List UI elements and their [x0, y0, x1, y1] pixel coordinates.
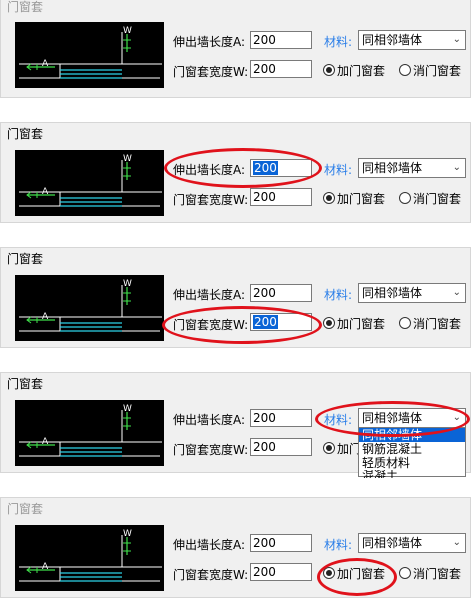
width-label: 门窗套宽度W: [173, 443, 249, 457]
width-input[interactable]: 200 [250, 438, 312, 456]
preview-drawing: W A [19, 404, 162, 457]
width-label: 门窗套宽度W: [173, 318, 249, 332]
chevron-down-icon: ⌄ [452, 287, 461, 298]
width-label: 门窗套宽度W: [173, 193, 249, 207]
dialog-title: 门窗套 [7, 252, 44, 266]
material-label: 材料: [324, 163, 353, 177]
length-input[interactable]: 200 [250, 409, 312, 427]
dialog-panel-5: 门窗套 W A 伸出墙长度A: 200 材料: 同相邻墙体 ⌄ 门窗套宽度W: 2… [0, 497, 471, 598]
material-select[interactable]: 同相邻墙体 ⌄ [358, 533, 466, 553]
radio-add-frame[interactable]: 加门窗套 [323, 315, 385, 332]
radio-remove-frame[interactable]: 消门窗套 [399, 565, 461, 582]
material-select[interactable]: 同相邻墙体 ⌄ [358, 30, 466, 50]
chevron-down-icon: ⌄ [452, 537, 461, 548]
length-label: 伸出墙长度A: [173, 413, 246, 427]
radio-remove-frame[interactable]: 消门窗套 [399, 315, 461, 332]
radio-remove-frame[interactable]: 消门窗套 [399, 62, 461, 79]
material-select[interactable]: 同相邻墙体 ⌄ [358, 283, 466, 303]
length-input[interactable]: 200 [250, 284, 312, 302]
chevron-down-icon: ⌄ [452, 34, 461, 45]
dialog-title: 门窗套 [7, 127, 44, 141]
radio-selected-icon [323, 317, 335, 329]
width-input[interactable]: 200 [250, 188, 312, 206]
radio-remove-frame[interactable]: 消门窗套 [399, 190, 461, 207]
chevron-down-icon: ⌄ [452, 162, 461, 173]
width-input[interactable]: 200 [250, 563, 312, 581]
radio-unselected-icon [399, 567, 411, 579]
preview-drawing: W A [19, 529, 162, 582]
preview-w-label: W [123, 404, 132, 414]
preview-box: W A [15, 22, 164, 88]
length-input[interactable]: 200 [250, 159, 312, 177]
length-label: 伸出墙长度A: [173, 538, 246, 552]
radio-unselected-icon [399, 192, 411, 204]
material-option[interactable]: 混凝土 [359, 470, 465, 478]
preview-w-label: W [123, 529, 132, 539]
dialog-panel-2: 门窗套 W A 伸出墙长度A: 200 材料: 同相邻墙体 ⌄ 门窗套宽度W: 2… [0, 122, 471, 223]
dialog-panel-4: 门窗套 W A 伸出墙长度A: 200 材料: 同相邻墙体 ⌄ 门窗套宽度W: 2… [0, 372, 471, 478]
width-input[interactable]: 200 [250, 60, 312, 78]
width-label: 门窗套宽度W: [173, 65, 249, 79]
length-input[interactable]: 200 [250, 534, 312, 552]
preview-drawing: W A [19, 154, 162, 207]
preview-drawing: W A [19, 279, 162, 332]
chevron-down-icon: ⌄ [452, 412, 461, 423]
radio-add-frame[interactable]: 加门窗套 [323, 190, 385, 207]
length-label: 伸出墙长度A: [173, 288, 246, 302]
material-label: 材料: [324, 288, 353, 302]
length-label: 伸出墙长度A: [173, 163, 246, 177]
preview-box: W A [15, 525, 164, 591]
dialog-title: 门窗套 [7, 0, 44, 14]
material-label: 材料: [324, 413, 353, 427]
preview-box: W A [15, 400, 164, 466]
preview-box: W A [15, 150, 164, 216]
material-option[interactable]: 轻质材料 [359, 456, 465, 470]
radio-selected-icon [323, 64, 335, 76]
width-input[interactable]: 200 [250, 313, 312, 331]
preview-w-label: W [123, 26, 132, 36]
material-option[interactable]: 同相邻墙体 [359, 428, 465, 442]
dialog-panel-1: 门窗套 W A 伸出墙长度A: 200 材料: 同相邻墙体 ⌄ 门窗套宽度W: 2… [0, 0, 471, 98]
dialog-title: 门窗套 [7, 502, 44, 516]
radio-selected-icon [323, 567, 335, 579]
preview-a-label: A [42, 59, 49, 69]
material-label: 材料: [324, 35, 353, 49]
preview-a-label: A [42, 312, 49, 322]
dialog-panel-3: 门窗套 W A 伸出墙长度A: 200 材料: 同相邻墙体 ⌄ 门窗套宽度W: 2… [0, 247, 471, 348]
material-select[interactable]: 同相邻墙体 ⌄ [358, 408, 466, 428]
preview-box: W A [15, 275, 164, 341]
radio-selected-icon [323, 442, 335, 454]
preview-w-label: W [123, 154, 132, 164]
radio-add-frame[interactable]: 加门窗套 [323, 565, 385, 582]
material-label: 材料: [324, 538, 353, 552]
radio-unselected-icon [399, 64, 411, 76]
material-dropdown-list[interactable]: 同相邻墙体 钢筋混凝土 轻质材料 混凝土 [358, 427, 466, 478]
preview-a-label: A [42, 562, 49, 572]
radio-selected-icon [323, 192, 335, 204]
radio-unselected-icon [399, 317, 411, 329]
length-label: 伸出墙长度A: [173, 35, 246, 49]
preview-w-label: W [123, 279, 132, 289]
material-option[interactable]: 钢筋混凝土 [359, 442, 465, 456]
width-label: 门窗套宽度W: [173, 568, 249, 582]
dialog-title: 门窗套 [7, 377, 44, 391]
preview-a-label: A [42, 437, 49, 447]
material-select[interactable]: 同相邻墙体 ⌄ [358, 158, 466, 178]
radio-add-frame[interactable]: 加门窗套 [323, 62, 385, 79]
preview-a-label: A [42, 187, 49, 197]
preview-drawing: W A [19, 26, 162, 79]
length-input[interactable]: 200 [250, 31, 312, 49]
